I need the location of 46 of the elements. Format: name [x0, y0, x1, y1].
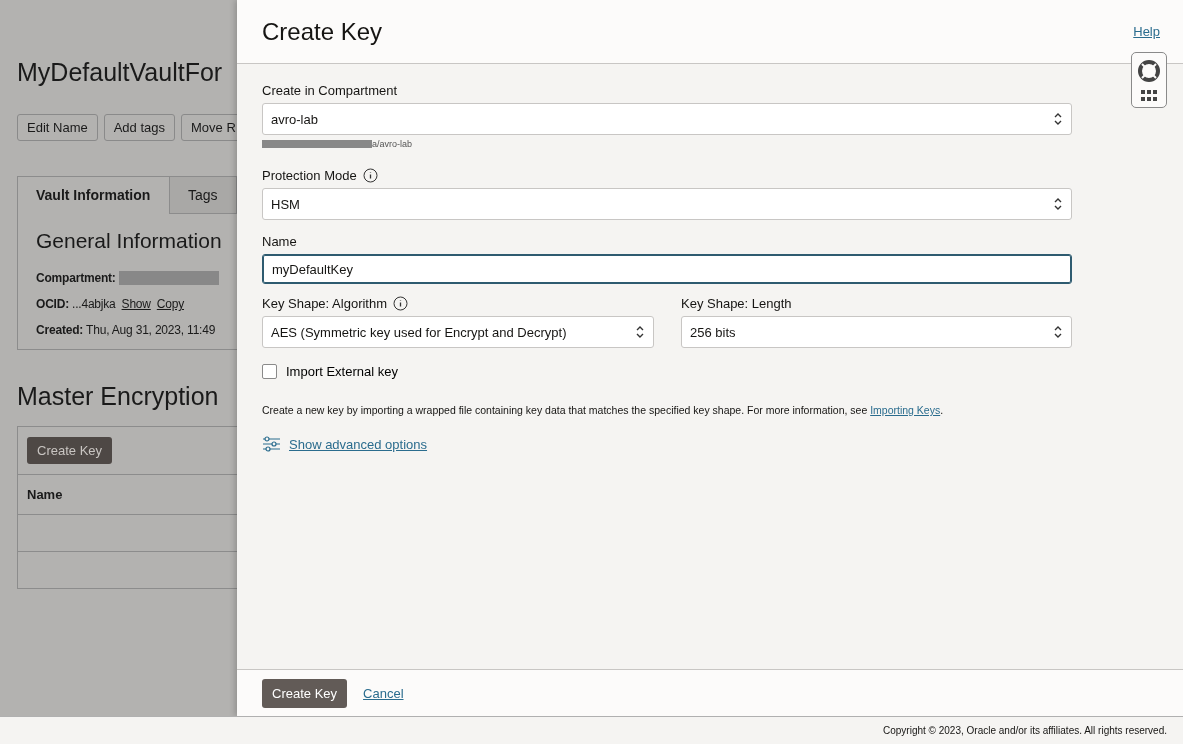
info-icon[interactable]: [393, 296, 409, 311]
algorithm-select[interactable]: AES (Symmetric key used for Encrypt and Decrypt): [262, 316, 654, 348]
description-text: Create a new key by importing a wrapped file containing key data that matches the specified key shape. For more information, see Importing Keys.: [262, 404, 945, 416]
sliders-icon: [262, 436, 280, 452]
field-label: OCID:: [36, 297, 69, 311]
chevron-icon: [1053, 197, 1063, 211]
field-label: Key Shape: Algorithm: [262, 296, 388, 311]
panel-title: Create Key: [262, 17, 383, 46]
grid-icon: [1141, 89, 1157, 101]
text-link[interactable]: Copy: [156, 297, 184, 311]
period-text: .: [940, 404, 944, 416]
cancel-link[interactable]: Cancel: [363, 685, 404, 701]
section-title: Master Encryption: [17, 382, 220, 411]
page-title: MyDefaultVaultFor: [17, 58, 224, 87]
field-label: Protection Mode: [262, 168, 357, 183]
help-link[interactable]: Help: [1133, 24, 1160, 39]
name-input[interactable]: myDefaultKey: [262, 254, 1072, 284]
field-label: Created:: [36, 323, 84, 337]
help-widget[interactable]: [1131, 52, 1167, 108]
action-button[interactable]: Add tags: [103, 114, 176, 141]
section-title: General Information: [36, 229, 223, 253]
checkbox-label: Import External key: [286, 364, 398, 379]
field-label: Create in Compartment: [262, 83, 398, 98]
field-label: Compartment:: [36, 271, 116, 285]
chevron-icon: [1053, 325, 1063, 339]
chevron-icon: [635, 325, 645, 339]
advanced-options-link[interactable]: Show advanced options: [289, 436, 428, 452]
action-button[interactable]: Edit Name: [17, 114, 98, 141]
field-value: ...4abjka: [72, 297, 116, 311]
field-value: Thu, Aug 31, 2023, 11:49: [86, 323, 216, 337]
create-key-button[interactable]: Create Key: [27, 437, 113, 464]
tab[interactable]: Vault Information: [17, 176, 170, 214]
text-link[interactable]: Show: [121, 297, 151, 311]
lifebuoy-icon: [1137, 59, 1161, 84]
protection-mode-select[interactable]: HSM: [262, 188, 1072, 220]
info-icon[interactable]: [362, 168, 378, 183]
compartment-path: a/avro-lab: [372, 139, 413, 149]
length-select[interactable]: 256 bits: [681, 316, 1072, 348]
field-label: Name: [262, 234, 297, 249]
chevron-icon: [1053, 112, 1063, 126]
field-label: Key Shape: Length: [681, 296, 792, 311]
tab[interactable]: Tags: [170, 176, 237, 214]
create-key-button[interactable]: Create Key: [262, 678, 348, 708]
checkbox[interactable]: [262, 364, 277, 379]
compartment-select[interactable]: avro-lab: [262, 103, 1072, 135]
copyright-text: Copyright © 2023, Oracle and/or its affiliates. All rights reserved.: [883, 725, 1167, 736]
